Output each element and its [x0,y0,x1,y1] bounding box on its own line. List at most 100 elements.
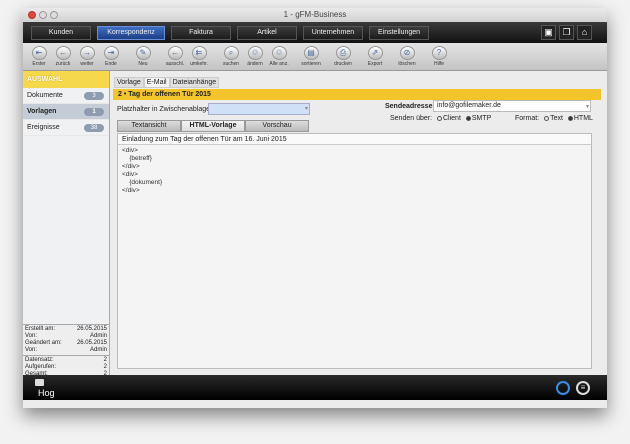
toolbar-icon: ⇥ [103,46,119,60]
nav-artikel[interactable]: Artikel [237,25,297,40]
toolbar-label: sortieren [301,61,321,67]
html-editor[interactable]: Einladung zum Tag der offenen Tür am 16.… [117,133,592,369]
sidebar-header: AUSWAHL [23,71,109,88]
toolbar-button[interactable]: ⇇ umkehr. [187,43,211,70]
close-button[interactable] [28,11,36,19]
label: Dokumente [27,92,63,99]
toolbar-button[interactable]: ← ausschl. [163,43,187,70]
toolbar-button[interactable]: ♲ Alle anz. [267,43,291,70]
toolbar-button[interactable]: ⇤ Erster [27,43,51,70]
sender-value: info@gofilemaker.de [437,102,501,109]
calendar-icon[interactable]: ▣ [541,25,556,40]
record-meta: Erstellt am: 26.05.2015 Von: Admin Geändert … [23,324,109,355]
toolbar-button[interactable]: ⊘ löschen [395,43,419,70]
subtab-html-vorlage[interactable]: HTML-Vorlage [181,120,245,132]
toolbar-button[interactable]: ✎ Neu [131,43,155,70]
app-window: 1 - gFM-Business Kunden Korrespondenz Fa… [23,8,607,408]
subtab-textansicht[interactable]: Textansicht [117,120,181,132]
nav-kunden[interactable]: Kunden [31,25,91,40]
toolbar-icon: ✎ [135,46,151,60]
toolbar-icon: ⊘ [399,46,415,60]
count-badge: 1 [84,107,104,116]
info-value: 2 [103,357,107,363]
toolbar-label: Export [367,61,383,67]
nav-faktura[interactable]: Faktura [171,25,231,40]
toolbar-label: Hilfe [433,61,444,67]
toolbar-icon: ⇇ [191,46,207,60]
sidebar: AUSWAHL Dokumente 3 Vorlagen 1 Ereignisse 3… [23,71,110,386]
toolbar-button[interactable]: ⇥ Ende [99,43,123,70]
log-label[interactable]: Hog [38,388,55,398]
info-row: Aufgerufen: 2 [25,364,107,371]
main-nav: Kunden Korrespondenz Faktura Artikel Unt… [23,22,607,43]
toolbar-label: ausschl. [165,61,185,67]
home-icon[interactable]: ⌂ [577,25,592,40]
toolbar-label: Alle anz. [269,61,289,67]
text-label: Text [550,115,563,122]
nav-einstellungen[interactable]: Einstellungen [369,25,429,40]
info-label: Aufgerufen: [25,364,57,370]
info-label: Erstellt am: [25,326,56,332]
toolbar-icon: ♲ [247,46,263,60]
toolbar-button[interactable]: ⎙ drucken [331,43,355,70]
menu-icon[interactable]: ≡ [576,381,590,395]
radio-smtp[interactable] [465,115,471,121]
info-label: Datensatz: [25,357,54,363]
count-badge: 38 [84,123,104,132]
placeholder-select[interactable]: ▾ [208,103,310,115]
toolbar-button[interactable]: ? Hilfe [427,43,451,70]
toolbar-icon: ♲ [271,46,287,60]
toolbar-icon: ⇤ [31,46,47,60]
toolbar-icon: ⌕ [223,46,239,60]
zoom-button[interactable] [50,11,58,19]
info-row: Von: Admin [25,347,107,354]
record-title: 2 • Tag der offenen Tür 2015 [113,89,601,100]
toolbar-button[interactable]: ▤ sortieren [299,43,323,70]
info-value: Admin [89,333,107,339]
log-icon[interactable] [35,379,44,386]
toolbar-button[interactable]: → weiter [75,43,99,70]
sidebar-item-vorlagen[interactable]: Vorlagen 1 [23,104,109,120]
toolbar-button[interactable]: ⌕ suchen [219,43,243,70]
radio-html[interactable] [567,115,573,121]
radio-text[interactable] [544,115,550,121]
sidebar-item-ereignisse[interactable]: Ereignisse 38 [23,120,109,136]
html-body[interactable]: <div> {betreff} </div> <div> {dokument} … [118,145,591,197]
toolbar-label: ändern [247,61,263,67]
sidebar-item-dokumente[interactable]: Dokumente 3 [23,88,109,104]
nav-korrespondenz[interactable]: Korrespondenz [97,25,165,40]
client-label: Client [443,115,461,122]
toolbar: ⇤ Erster ← zurück → weiter ⇥ Ende ✎ Neu ← ausschl. ⇇… [23,43,607,71]
toolbar-label: Ende [105,61,117,67]
toolbar-button[interactable]: ⇗ Export [363,43,387,70]
toolbar-label: zurück [55,61,71,67]
format-row: Format: Text HTML [515,115,593,122]
bottom-bar: Hog ≡ [23,375,607,400]
sender-label: Sendeadresse: [385,103,435,110]
minimize-button[interactable] [39,11,47,19]
format-label: Format: [515,115,540,122]
tab-email[interactable]: E-Mail [143,77,170,88]
nav-unternehmen[interactable]: Unternehmen [303,25,363,40]
toolbar-icon: ← [55,46,71,60]
toolbar-button[interactable]: ♲ ändern [243,43,267,70]
info-value: 26.05.2015 [76,340,107,346]
subtab-vorschau[interactable]: Vorschau [245,120,309,132]
label: Ereignisse [27,124,60,131]
subject-field[interactable]: Einladung zum Tag der offenen Tür am 16.… [118,134,591,145]
toolbar-label: weiter [80,61,94,67]
layout-icon[interactable] [556,381,570,395]
count-badge: 3 [84,91,104,100]
info-label: Von: [25,333,38,339]
radio-client[interactable] [437,115,442,121]
info-row: Erstellt am: 26.05.2015 [25,326,107,333]
toolbar-button[interactable]: ← zurück [51,43,75,70]
send-via-row: Senden über: Client SMTP [390,115,491,122]
sender-select[interactable]: info@gofilemaker.de ▾ [433,100,591,112]
windows-icon[interactable]: ❐ [559,25,574,40]
tab-dateianhaenge[interactable]: Dateianhänge [169,77,220,88]
info-label: Geändert am: [25,340,62,346]
info-row: Geändert am: 26.05.2015 [25,340,107,347]
tab-vorlage[interactable]: Vorlage [114,77,144,88]
toolbar-label: suchen [222,61,240,67]
